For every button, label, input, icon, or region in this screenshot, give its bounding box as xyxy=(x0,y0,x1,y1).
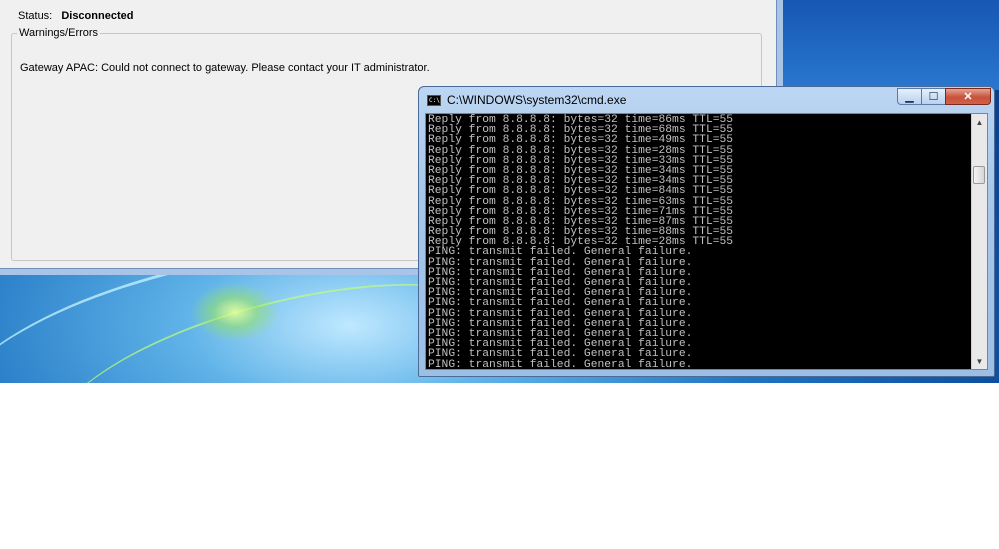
console-line: Reply from 8.8.8.8: bytes=32 time=84ms T… xyxy=(428,185,734,198)
status-row: Status: Disconnected xyxy=(18,10,133,22)
maximize-button[interactable]: ☐ xyxy=(921,88,946,105)
arrow-down-icon: ▼ xyxy=(975,356,984,366)
cmd-app-icon[interactable]: C:\ xyxy=(427,95,441,106)
close-icon: ✕ xyxy=(963,91,973,103)
status-label: Status: xyxy=(18,10,53,22)
minimize-icon: ▁ xyxy=(905,91,914,103)
wallpaper-glow xyxy=(190,282,280,342)
status-value: Disconnected xyxy=(61,10,134,22)
console-output: Reply from 8.8.8.8: bytes=32 time=86ms T… xyxy=(428,114,968,370)
maximize-icon: ☐ xyxy=(928,91,939,103)
cmd-window-title: C:\WINDOWS\system32\cmd.exe xyxy=(447,93,627,107)
scrollbar-thumb[interactable] xyxy=(973,166,985,184)
cmd-window[interactable]: C:\ C:\WINDOWS\system32\cmd.exe ▁ ☐ ✕ Re… xyxy=(418,86,995,377)
arrow-up-icon: ▲ xyxy=(975,117,984,127)
desktop-wallpaper-sky xyxy=(778,0,999,90)
warning-message: Gateway APAC: Could not connect to gatew… xyxy=(20,62,430,74)
minimize-button[interactable]: ▁ xyxy=(897,88,922,105)
warnings-group-title: Warnings/Errors xyxy=(17,27,101,39)
console-scrollbar[interactable]: ▲ ▼ xyxy=(971,114,987,369)
scroll-up-button[interactable]: ▲ xyxy=(972,114,987,130)
scroll-down-button[interactable]: ▼ xyxy=(972,353,987,369)
cmd-titlebar[interactable]: C:\ C:\WINDOWS\system32\cmd.exe ▁ ☐ ✕ xyxy=(419,87,994,111)
console-line: PING: transmit failed. General failure. xyxy=(428,358,693,370)
console-area[interactable]: Reply from 8.8.8.8: bytes=32 time=86ms T… xyxy=(425,113,988,370)
console-line: PING: transmit failed. General failure. xyxy=(428,348,693,361)
close-button[interactable]: ✕ xyxy=(945,88,991,105)
